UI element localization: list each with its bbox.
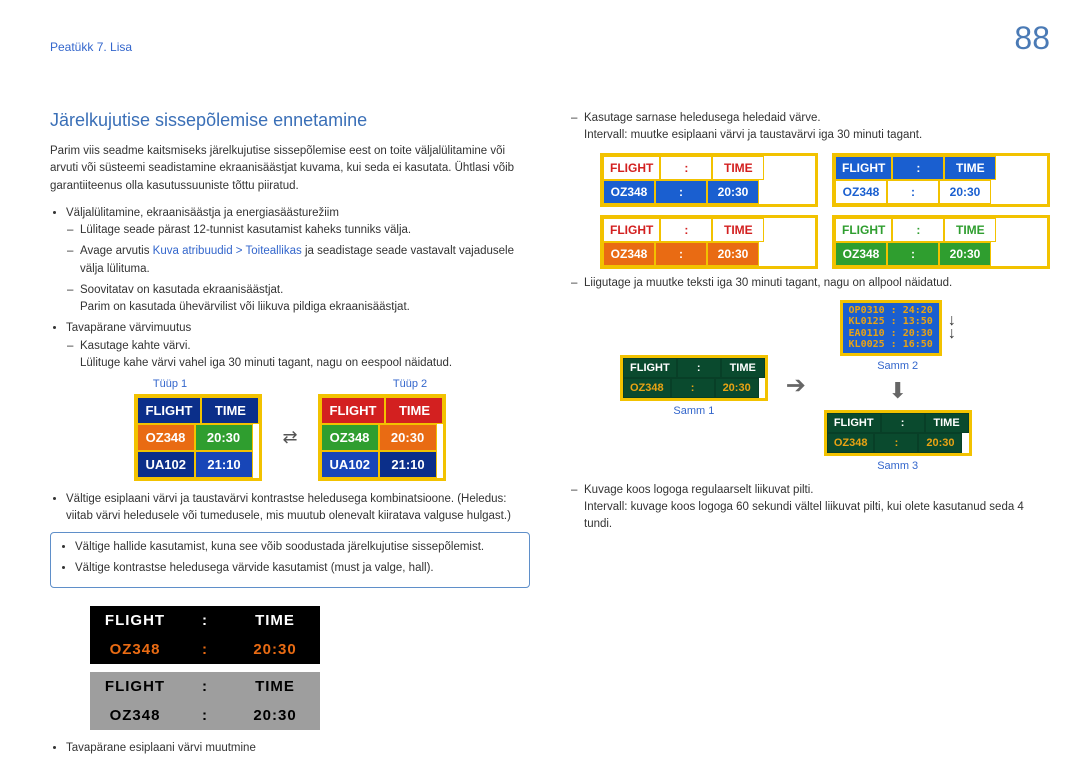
page-number: 88 (1014, 20, 1050, 57)
bullet-power-off: Väljalülitamine, ekraanisäästja ja energ… (66, 205, 530, 317)
bullet-contrast: Vältige esiplaani värvi ja taustavärvi k… (66, 491, 530, 526)
color-variants-grid: FLIGHT:TIME OZ348:20:30 FLIGHT:TIME OZ34… (600, 153, 1050, 269)
section-title: Järelkujutise sissepõlemise ennetamine (50, 110, 530, 131)
slab-grey: FLIGHT:TIME OZ348:20:30 (90, 672, 320, 730)
step2-scroll-board: OP0310 : 24:20 KL0125 : 13:50 EA0110 : 2… (840, 300, 942, 356)
type-labels: Tüüp 1 Tüüp 2 (50, 378, 530, 390)
breadcrumb: Peatükk 7. Lisa (50, 40, 132, 54)
arrow-down-icon: ⬇ (888, 378, 906, 404)
flight-board-type1: FLIGHTTIME OZ34820:30 UA10221:10 (134, 394, 263, 481)
mini-white-green: FLIGHT:TIME OZ348:20:30 (832, 215, 1050, 269)
arrow-right-icon: ➔ (786, 371, 806, 400)
step3-board: FLIGHT:TIME OZ348:20:30 (824, 410, 972, 456)
dash-display-props: Avage arvutis Kuva atribuudid > Toiteall… (80, 243, 530, 278)
advice-box: Vältige hallide kasutamist, kuna see või… (50, 532, 530, 589)
box-bw: Vältige kontrastse heledusega värvide ka… (75, 560, 521, 577)
type-2-label: Tüüp 2 (393, 378, 427, 390)
step-flow: FLIGHT:TIME OZ348:20:30 Samm 1 ➔ OP0310 … (620, 300, 1050, 472)
mini-white-orange: FLIGHT:TIME OZ348:20:30 (600, 215, 818, 269)
bullet-color-change: Tavapärane värvimuutus Kasutage kahte vä… (66, 320, 530, 372)
scroll-down-icon: ↓↓ (948, 315, 956, 341)
slab-black: FLIGHT:TIME OZ348:20:30 (90, 606, 320, 664)
step-1-label: Samm 1 (673, 405, 714, 417)
mini-white-red-blue: FLIGHT:TIME OZ348:20:30 (600, 153, 818, 207)
dash-logo: Kuvage koos logoga regulaarselt liikuvat… (584, 482, 1050, 534)
link-kuva-atribuudid[interactable]: Kuva atribuudid (153, 245, 233, 257)
dash-12h: Lülitage seade pärast 12-tunnist kasutam… (80, 222, 530, 239)
step1-board: FLIGHT:TIME OZ348:20:30 (620, 355, 768, 401)
flight-board-type2: FLIGHTTIME OZ34820:30 UA10221:10 (318, 394, 447, 481)
swap-arrow-icon: ⇄ (282, 427, 297, 448)
bullet-foreground: Tavapärane esiplaani värvi muutmine (66, 740, 530, 757)
dash-two-colors: Kasutage kahte värvi.Lülituge kahe värvi… (80, 338, 530, 373)
dash-move-text: Liigutage ja muutke teksti iga 30 minuti… (584, 275, 1050, 292)
step-3-label: Samm 3 (877, 460, 918, 472)
type-1-label: Tüüp 1 (153, 378, 187, 390)
dash-bright-colors: Kasutage sarnase heledusega heledaid vär… (584, 110, 1050, 145)
link-toiteallikas[interactable]: Toiteallikas (246, 245, 302, 257)
left-column: Järelkujutise sissepõlemise ennetamine P… (50, 110, 530, 763)
mini-blue-white: FLIGHT:TIME OZ348:20:30 (832, 153, 1050, 207)
intro-paragraph: Parim viis seadme kaitsmiseks järelkujut… (50, 143, 530, 195)
box-grey: Vältige hallide kasutamist, kuna see või… (75, 539, 521, 556)
step-2-label: Samm 2 (877, 360, 918, 372)
dash-screensaver: Soovitatav on kasutada ekraanisäästjat.P… (80, 282, 530, 317)
right-column: Kasutage sarnase heledusega heledaid vär… (570, 110, 1050, 538)
